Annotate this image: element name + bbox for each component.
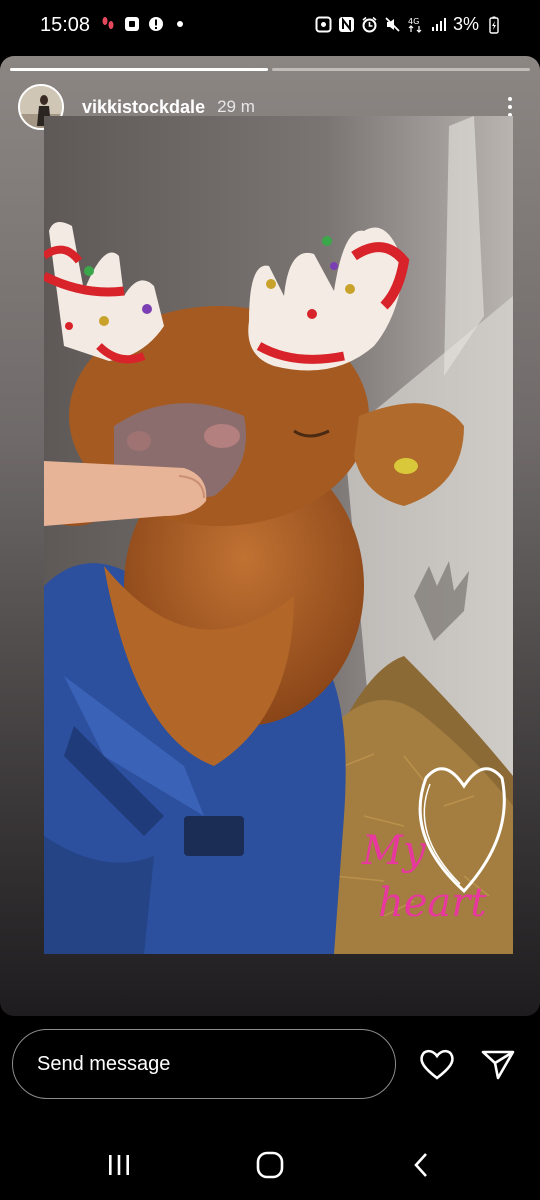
notification-square-icon [124,16,140,32]
mute-icon [384,16,401,33]
username[interactable]: vikkistockdale [82,97,205,118]
send-message-input[interactable] [12,1029,396,1099]
alarm-icon [361,16,378,33]
n-badge-icon [338,16,355,33]
battery-percent: 3% [452,14,479,34]
status-right-icons: 4G 3% [315,14,502,35]
status-bar: 15:08 4G 3% [0,0,540,52]
send-direct-icon[interactable] [480,1046,516,1082]
battery-charging-icon [485,16,502,34]
reply-bar [0,1016,540,1126]
alert-circle-icon [148,16,164,32]
nfc-icon [315,16,332,33]
status-left-icons [100,16,188,32]
progress-segment [272,68,530,71]
4g-data-icon: 4G [407,16,424,33]
navigation-bar [0,1126,540,1200]
signal-icon [430,16,447,33]
story-photo: My heart [44,116,513,954]
dot-icon [172,16,188,32]
recent-apps-icon[interactable] [104,1150,134,1180]
footprints-icon [100,16,116,32]
sticker-line-1: My [361,828,427,874]
network-type: 4G [408,17,419,26]
sticker-line-2: heart [378,880,487,926]
home-icon[interactable] [255,1150,285,1180]
back-icon[interactable] [406,1150,436,1180]
time-ago: 29 m [217,97,255,116]
story-progress [10,68,530,71]
progress-segment [10,68,268,71]
like-heart-icon[interactable] [418,1046,456,1082]
story-viewer[interactable]: vikkistockdale 29 m My heart [0,56,540,1016]
status-time: 15:08 [40,14,91,36]
